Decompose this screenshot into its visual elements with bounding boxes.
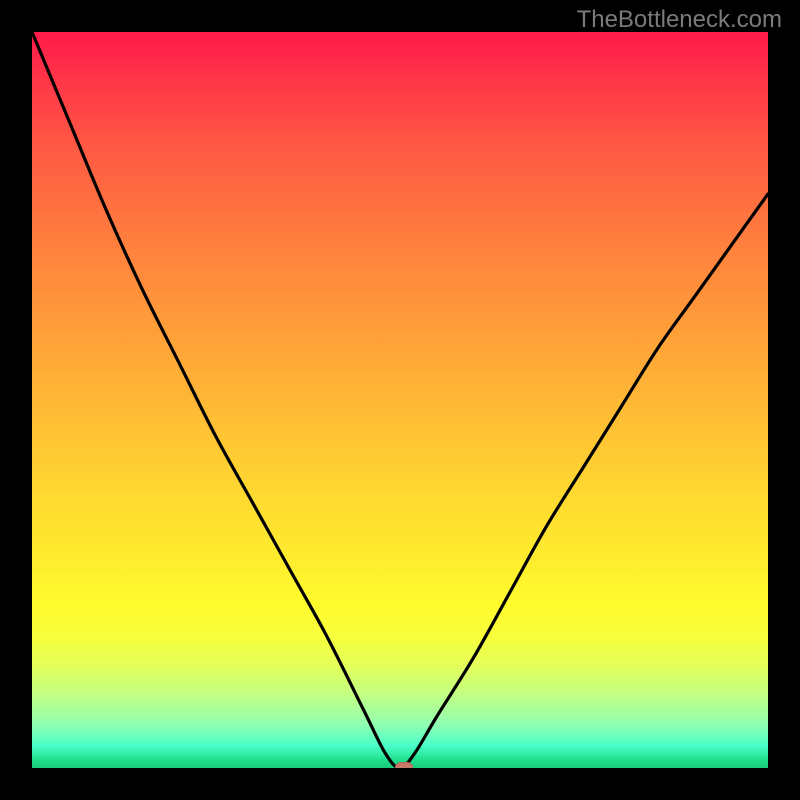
chart-container: TheBottleneck.com	[0, 0, 800, 800]
optimal-point-marker	[395, 762, 413, 768]
bottleneck-curve	[32, 32, 768, 768]
plot-area	[32, 32, 768, 768]
curve-svg	[32, 32, 768, 768]
watermark-label: TheBottleneck.com	[577, 6, 782, 34]
